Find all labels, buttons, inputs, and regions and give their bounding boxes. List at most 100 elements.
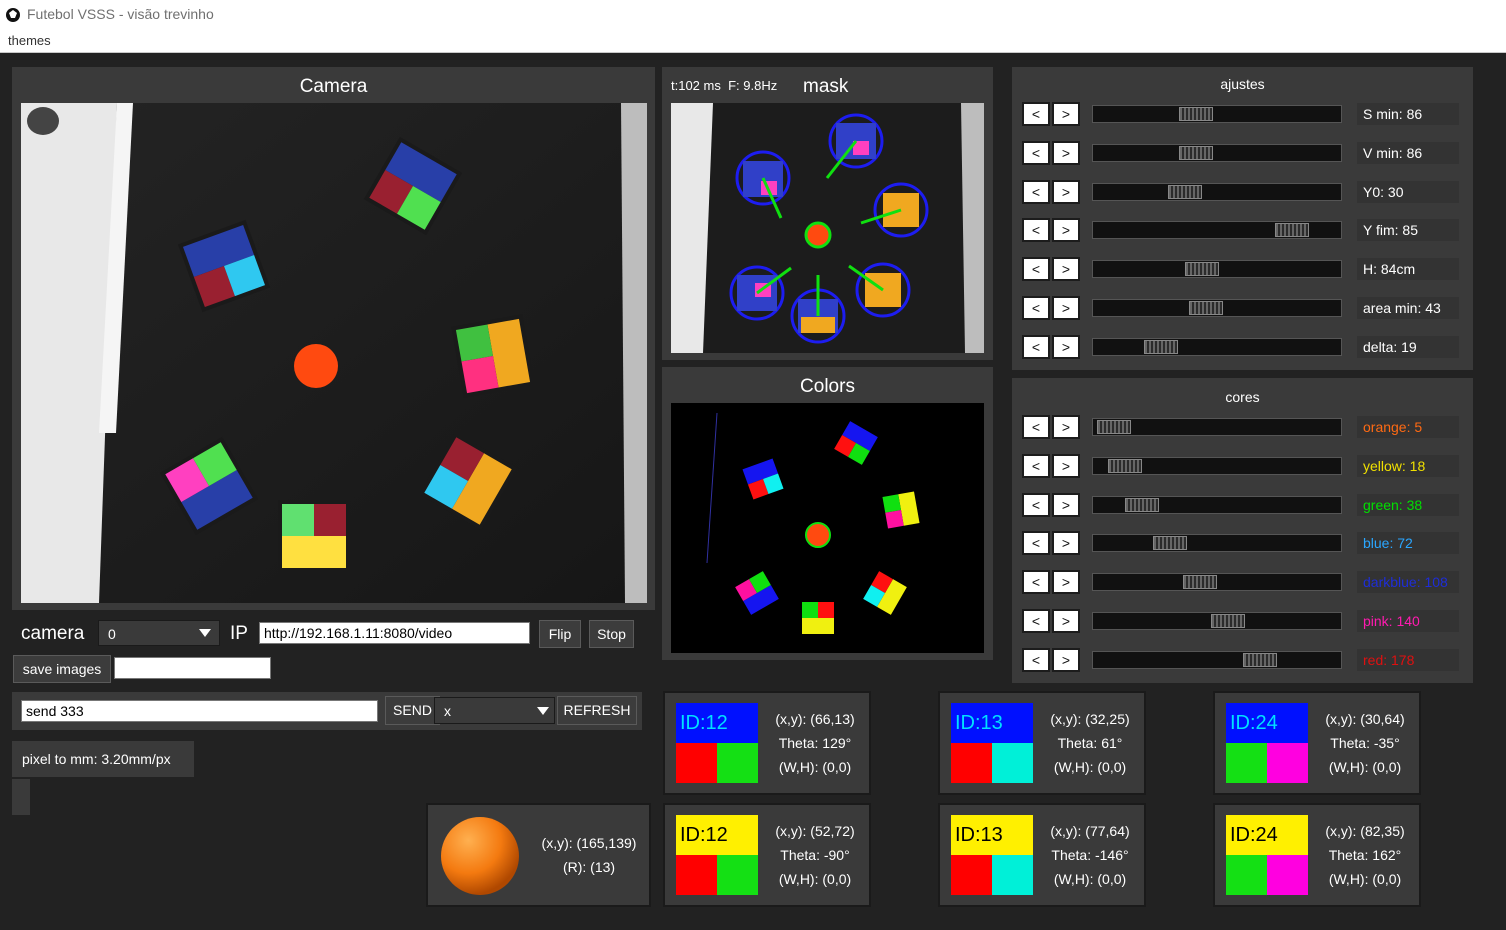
cores-next-button[interactable]: > [1052,609,1080,633]
ajustes-slider[interactable] [1092,105,1342,123]
ajustes-slider[interactable] [1092,182,1342,201]
ajustes-next-button[interactable]: > [1052,296,1080,320]
ajustes-next-button[interactable]: > [1052,218,1080,243]
stop-button[interactable]: Stop [589,620,634,648]
ajustes-slider-thumb[interactable] [1144,339,1179,354]
robot-card: ID:24 (x,y): (30,64) Theta: -35° (W,H): (0,… [1213,691,1421,795]
cores-next-button[interactable]: > [1052,492,1080,517]
ajustes-prev-button[interactable]: < [1022,102,1050,126]
cores-slider[interactable] [1092,650,1342,669]
cores-prev-button[interactable]: < [1022,609,1050,633]
menu-themes[interactable]: themes [8,33,51,48]
ajustes-next-button[interactable]: > [1052,257,1080,282]
ajustes-prev-button[interactable]: < [1022,334,1050,359]
ajustes-slider[interactable] [1092,143,1342,162]
cores-slider[interactable] [1092,573,1342,592]
camera-title: Camera [299,76,368,97]
save-images-button[interactable]: save images [13,655,111,683]
ajustes-slider-thumb[interactable] [1274,223,1309,238]
ajustes-slider-thumb[interactable] [1167,184,1202,199]
cores-slider-thumb[interactable] [1097,420,1132,434]
serial-select[interactable]: x [434,697,555,724]
cores-slider[interactable] [1092,534,1342,553]
cores-rows: < > orange: 5 < > yellow: 18 < > green: 38 < > blue… [1012,378,1473,683]
flip-button[interactable]: Flip [539,620,581,648]
cores-slider-thumb[interactable] [1152,536,1187,551]
ajustes-prev-button[interactable]: < [1022,257,1050,282]
cores-next-button[interactable]: > [1052,570,1080,595]
ajustes-value-label: Y fim: 85 [1357,219,1459,242]
cores-next-button[interactable]: > [1052,531,1080,556]
ball-info: (x,y): (165,139) (R): (13) [528,831,650,879]
ajustes-prev-button[interactable]: < [1022,140,1050,165]
ajustes-slider-thumb[interactable] [1189,301,1224,315]
cores-slider-thumb[interactable] [1210,614,1245,628]
cores-next-button[interactable]: > [1052,647,1080,672]
send-button[interactable]: SEND [385,696,440,725]
progress-stub [12,779,30,815]
ajustes-slider[interactable] [1092,221,1342,240]
cores-value-label: red: 178 [1357,648,1459,671]
cores-next-button[interactable]: > [1052,453,1080,478]
robot-theta: Theta: -35° [1330,735,1400,751]
cores-slider-thumb[interactable] [1242,652,1277,667]
cores-slider-thumb[interactable] [1107,458,1142,473]
cores-slider[interactable] [1092,495,1342,514]
robot-theta: Theta: 129° [778,735,852,751]
robot-id-label: ID:12 [676,703,758,743]
cores-slider[interactable] [1092,612,1342,630]
robot-info: (x,y): (82,35) Theta: 162° (W,H): (0,0) [1315,819,1415,891]
ajustes-next-button[interactable]: > [1052,140,1080,165]
ajustes-prev-button[interactable]: < [1022,218,1050,243]
cores-prev-button[interactable]: < [1022,492,1050,517]
cores-panel: cores < > orange: 5 < > yellow: 18 < > green: 38… [1012,378,1473,683]
ajustes-slider[interactable] [1092,299,1342,317]
robot-color-1 [951,743,992,783]
ajustes-panel: ajustes < > S min: 86 < > V min: 86 < > Y0: 30 < >… [1012,67,1473,370]
robot-xy: (x,y): (77,64) [1050,823,1130,839]
ip-input[interactable]: http://192.168.1.11:8080/video [259,622,530,644]
ajustes-slider[interactable] [1092,260,1342,279]
ajustes-slider-thumb[interactable] [1178,145,1213,160]
cores-slider-thumb[interactable] [1125,497,1160,512]
menu-bar: themes [0,30,1506,53]
ajustes-next-button[interactable]: > [1052,334,1080,359]
robot-card: ID:12 (x,y): (66,13) Theta: 129° (W,H): (0,… [663,691,871,795]
cores-slider[interactable] [1092,456,1342,475]
robot-xy: (x,y): (30,64) [1325,711,1405,727]
robot-xy: (x,y): (66,13) [775,711,855,727]
camera-select[interactable]: 0 [98,620,220,646]
ajustes-slider[interactable] [1092,337,1342,356]
colors-view [671,403,984,653]
ajustes-prev-button[interactable]: < [1022,296,1050,320]
cores-prev-button[interactable]: < [1022,570,1050,595]
ajustes-slider-thumb[interactable] [1178,107,1213,121]
ajustes-next-button[interactable]: > [1052,179,1080,204]
cores-value-label: blue: 72 [1357,532,1459,555]
ajustes-value-label: V min: 86 [1357,141,1459,164]
cores-prev-button[interactable]: < [1022,531,1050,556]
ajustes-next-button[interactable]: > [1052,102,1080,126]
cores-next-button[interactable]: > [1052,415,1080,439]
cores-prev-button[interactable]: < [1022,415,1050,439]
robot-theta: Theta: 61° [1057,735,1123,751]
cores-prev-button[interactable]: < [1022,453,1050,478]
robot-id-label: ID:13 [951,815,1033,855]
ajustes-prev-button[interactable]: < [1022,179,1050,204]
refresh-button[interactable]: REFRESH [557,696,637,725]
camera-view [21,103,647,603]
title-bar: Futebol VSSS - visão trevinho [0,0,1506,30]
ajustes-value-label: delta: 19 [1357,335,1459,358]
robot-xy: (x,y): (82,35) [1325,823,1405,839]
robot-xy: (x,y): (52,72) [775,823,855,839]
send-input[interactable]: send 333 [21,700,378,722]
cores-value-label: yellow: 18 [1357,454,1459,477]
cores-slider[interactable] [1092,418,1342,436]
ajustes-slider-thumb[interactable] [1185,262,1220,277]
cores-slider-thumb[interactable] [1182,575,1217,590]
cores-prev-button[interactable]: < [1022,647,1050,672]
save-images-input[interactable] [114,657,271,679]
robot-id-label: ID:12 [676,815,758,855]
robot-xy: (x,y): (32,25) [1050,711,1130,727]
robot-card: ID:13 (x,y): (32,25) Theta: 61° (W,H): (0,0… [938,691,1146,795]
